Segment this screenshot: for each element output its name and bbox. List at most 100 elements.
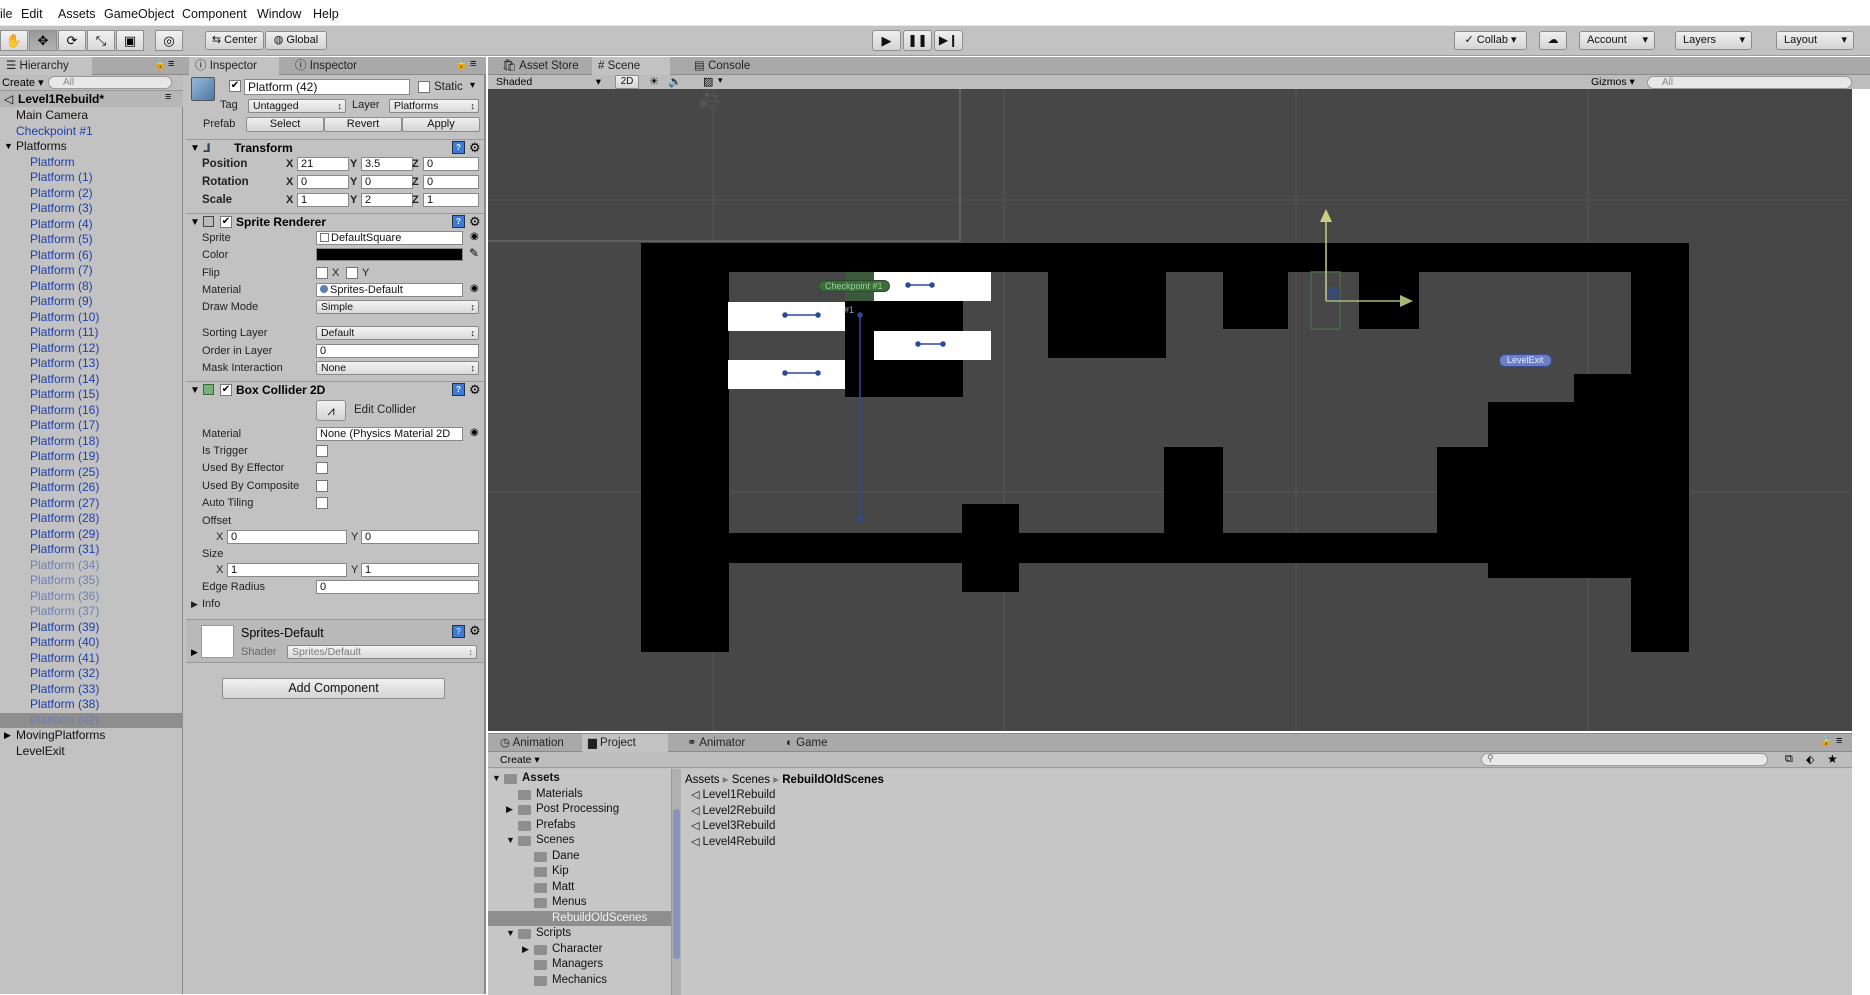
tab-inspector-1[interactable]: ⓘ Inspector: [189, 57, 279, 75]
project-tree-item[interactable]: Dane: [488, 849, 671, 864]
hierarchy-item[interactable]: Platform (36): [0, 589, 183, 604]
object-picker-icon[interactable]: ◉: [470, 283, 479, 294]
used-by-composite-checkbox[interactable]: [316, 480, 328, 492]
hierarchy-item[interactable]: Platform (27): [0, 496, 183, 511]
hierarchy-item[interactable]: Platform (13): [0, 356, 183, 371]
mode-2d-toggle[interactable]: 2D: [615, 75, 639, 89]
settings-gear-icon[interactable]: ⚙: [469, 381, 481, 398]
account-dropdown[interactable]: Account ▾: [1579, 31, 1655, 50]
tab-asset-store[interactable]: 🛍 Asset Store: [496, 57, 592, 75]
collab-button[interactable]: ✓ Collab ▾: [1454, 31, 1527, 50]
checkpoint-scene-label[interactable]: Checkpoint #1: [818, 280, 890, 292]
collapse-arrow-icon[interactable]: ▶: [522, 942, 529, 957]
project-menu-icon[interactable]: ≡: [1836, 735, 1842, 747]
color-swatch[interactable]: [316, 248, 463, 261]
hierarchy-search-input[interactable]: All: [48, 76, 172, 89]
hierarchy-item[interactable]: Platform (15): [0, 387, 183, 402]
hierarchy-item[interactable]: Platform (1): [0, 170, 183, 185]
hierarchy-item[interactable]: ▶ MovingPlatforms: [0, 728, 183, 743]
box-collider-header[interactable]: ▼ ✔ Box Collider 2D ? ⚙: [186, 381, 484, 399]
audio-toggle-icon[interactable]: 🔈: [668, 75, 682, 88]
order-field[interactable]: 0: [316, 344, 479, 358]
scene-asset-item[interactable]: ◁ Level1Rebuild: [691, 788, 775, 803]
hierarchy-item[interactable]: Platform: [0, 155, 183, 170]
effects-toggle-icon[interactable]: ▨: [703, 75, 713, 88]
project-lock-icon[interactable]: 🔒: [1820, 736, 1832, 747]
menu-window[interactable]: Window: [257, 7, 301, 21]
hierarchy-item[interactable]: Platform (38): [0, 697, 183, 712]
box-collider-foldout-icon[interactable]: ▼: [190, 382, 200, 399]
hierarchy-item[interactable]: Platform (32): [0, 666, 183, 681]
transform-scale-y-field[interactable]: 2: [361, 193, 413, 207]
hierarchy-item[interactable]: Platform (4): [0, 217, 183, 232]
prefab-revert-button[interactable]: Revert: [324, 117, 402, 132]
hierarchy-item[interactable]: Platform (28): [0, 511, 183, 526]
used-by-effector-checkbox[interactable]: [316, 462, 328, 474]
settings-gear-icon[interactable]: ⚙: [469, 139, 481, 156]
edge-radius-field[interactable]: 0: [316, 580, 479, 594]
hierarchy-item[interactable]: Platform (8): [0, 279, 183, 294]
hierarchy-item[interactable]: Platform (17): [0, 418, 183, 433]
project-tree-item[interactable]: Prefabs: [488, 818, 671, 833]
shading-mode-dropdown[interactable]: Shaded ▾: [496, 76, 601, 89]
hierarchy-item[interactable]: Platform (9): [0, 294, 183, 309]
transform-header[interactable]: ▼ ⅃ Transform ? ⚙: [186, 139, 484, 157]
global-toggle-button[interactable]: ◍ Global: [265, 31, 327, 50]
collapse-arrow-icon[interactable]: ▶: [506, 802, 513, 817]
project-tree-item[interactable]: ▼ Assets: [488, 771, 671, 786]
transform-pos-z-field[interactable]: 0: [423, 157, 479, 171]
sprite-field[interactable]: DefaultSquare: [316, 231, 463, 245]
auto-tiling-checkbox[interactable]: [316, 497, 328, 509]
hierarchy-item[interactable]: Platform (35): [0, 573, 183, 588]
transform-rot-z-field[interactable]: 0: [423, 175, 479, 189]
size-x-field[interactable]: 1: [227, 563, 347, 577]
hierarchy-item[interactable]: Platform (3): [0, 201, 183, 216]
hierarchy-item[interactable]: Platform (39): [0, 620, 183, 635]
expand-arrow-icon[interactable]: ▼: [4, 139, 13, 154]
prefab-apply-button[interactable]: Apply: [402, 117, 480, 132]
help-book-icon[interactable]: ?: [452, 141, 465, 154]
static-dropdown-icon[interactable]: ▾: [470, 80, 475, 91]
layers-dropdown[interactable]: Layers ▾: [1675, 31, 1752, 50]
menu-assets[interactable]: Assets: [58, 7, 96, 21]
hierarchy-item[interactable]: Platform (6): [0, 248, 183, 263]
breadcrumb-assets[interactable]: Assets: [685, 774, 720, 786]
hierarchy-item[interactable]: Platform (18): [0, 434, 183, 449]
project-tree-item[interactable]: ▼ Scenes: [488, 833, 671, 848]
filter-label-icon[interactable]: ⬖: [1806, 753, 1814, 766]
tag-dropdown[interactable]: Untagged: [248, 99, 346, 113]
hierarchy-item[interactable]: Platform (37): [0, 604, 183, 619]
expand-arrow-icon[interactable]: ▼: [506, 833, 515, 848]
add-component-button[interactable]: Add Component: [222, 678, 445, 699]
scene-menu-icon[interactable]: ≡: [165, 91, 171, 103]
menu-help[interactable]: Help: [313, 7, 339, 21]
rect-tool-icon[interactable]: ▣: [116, 30, 144, 51]
inspector-lock-icon[interactable]: 🔒: [455, 59, 467, 70]
hierarchy-item[interactable]: Platform (33): [0, 682, 183, 697]
project-tree-item[interactable]: ▶ Character: [488, 942, 671, 957]
sprite-renderer-foldout-icon[interactable]: ▼: [190, 214, 200, 231]
hierarchy-item[interactable]: Platform (41): [0, 651, 183, 666]
expand-arrow-icon[interactable]: ▼: [492, 771, 501, 786]
pivot-toggle-button[interactable]: ⇆ Center: [205, 31, 264, 50]
scale-tool-icon[interactable]: ⤡: [87, 30, 115, 51]
scene-header-row[interactable]: ◁ Level1Rebuild* ≡: [0, 91, 183, 107]
hierarchy-item[interactable]: Platform (34): [0, 558, 183, 573]
project-tree-item[interactable]: Matt: [488, 880, 671, 895]
project-tree-item[interactable]: ▶ Post Processing: [488, 802, 671, 817]
hierarchy-item[interactable]: Platform (31): [0, 542, 183, 557]
tab-animator[interactable]: ⚭ Animator: [681, 734, 771, 752]
settings-gear-icon[interactable]: ⚙: [469, 213, 481, 230]
layer-dropdown[interactable]: Platforms: [389, 99, 479, 113]
sr-material-field[interactable]: Sprites-Default: [316, 283, 463, 297]
sprite-renderer-enabled-checkbox[interactable]: ✔: [220, 216, 232, 228]
menu-gameobject[interactable]: GameObject: [104, 7, 174, 21]
scene-asset-item[interactable]: ◁ Level3Rebuild: [691, 819, 775, 834]
hierarchy-item[interactable]: Platform (16): [0, 403, 183, 418]
project-tree-item[interactable]: Mechanics: [488, 973, 671, 988]
scene-asset-item[interactable]: ◁ Level4Rebuild: [691, 835, 775, 850]
hand-tool-icon[interactable]: ✋: [0, 30, 28, 51]
project-tree-item[interactable]: Managers: [488, 957, 671, 972]
menu-file[interactable]: ile: [0, 7, 13, 21]
size-y-field[interactable]: 1: [361, 563, 479, 577]
